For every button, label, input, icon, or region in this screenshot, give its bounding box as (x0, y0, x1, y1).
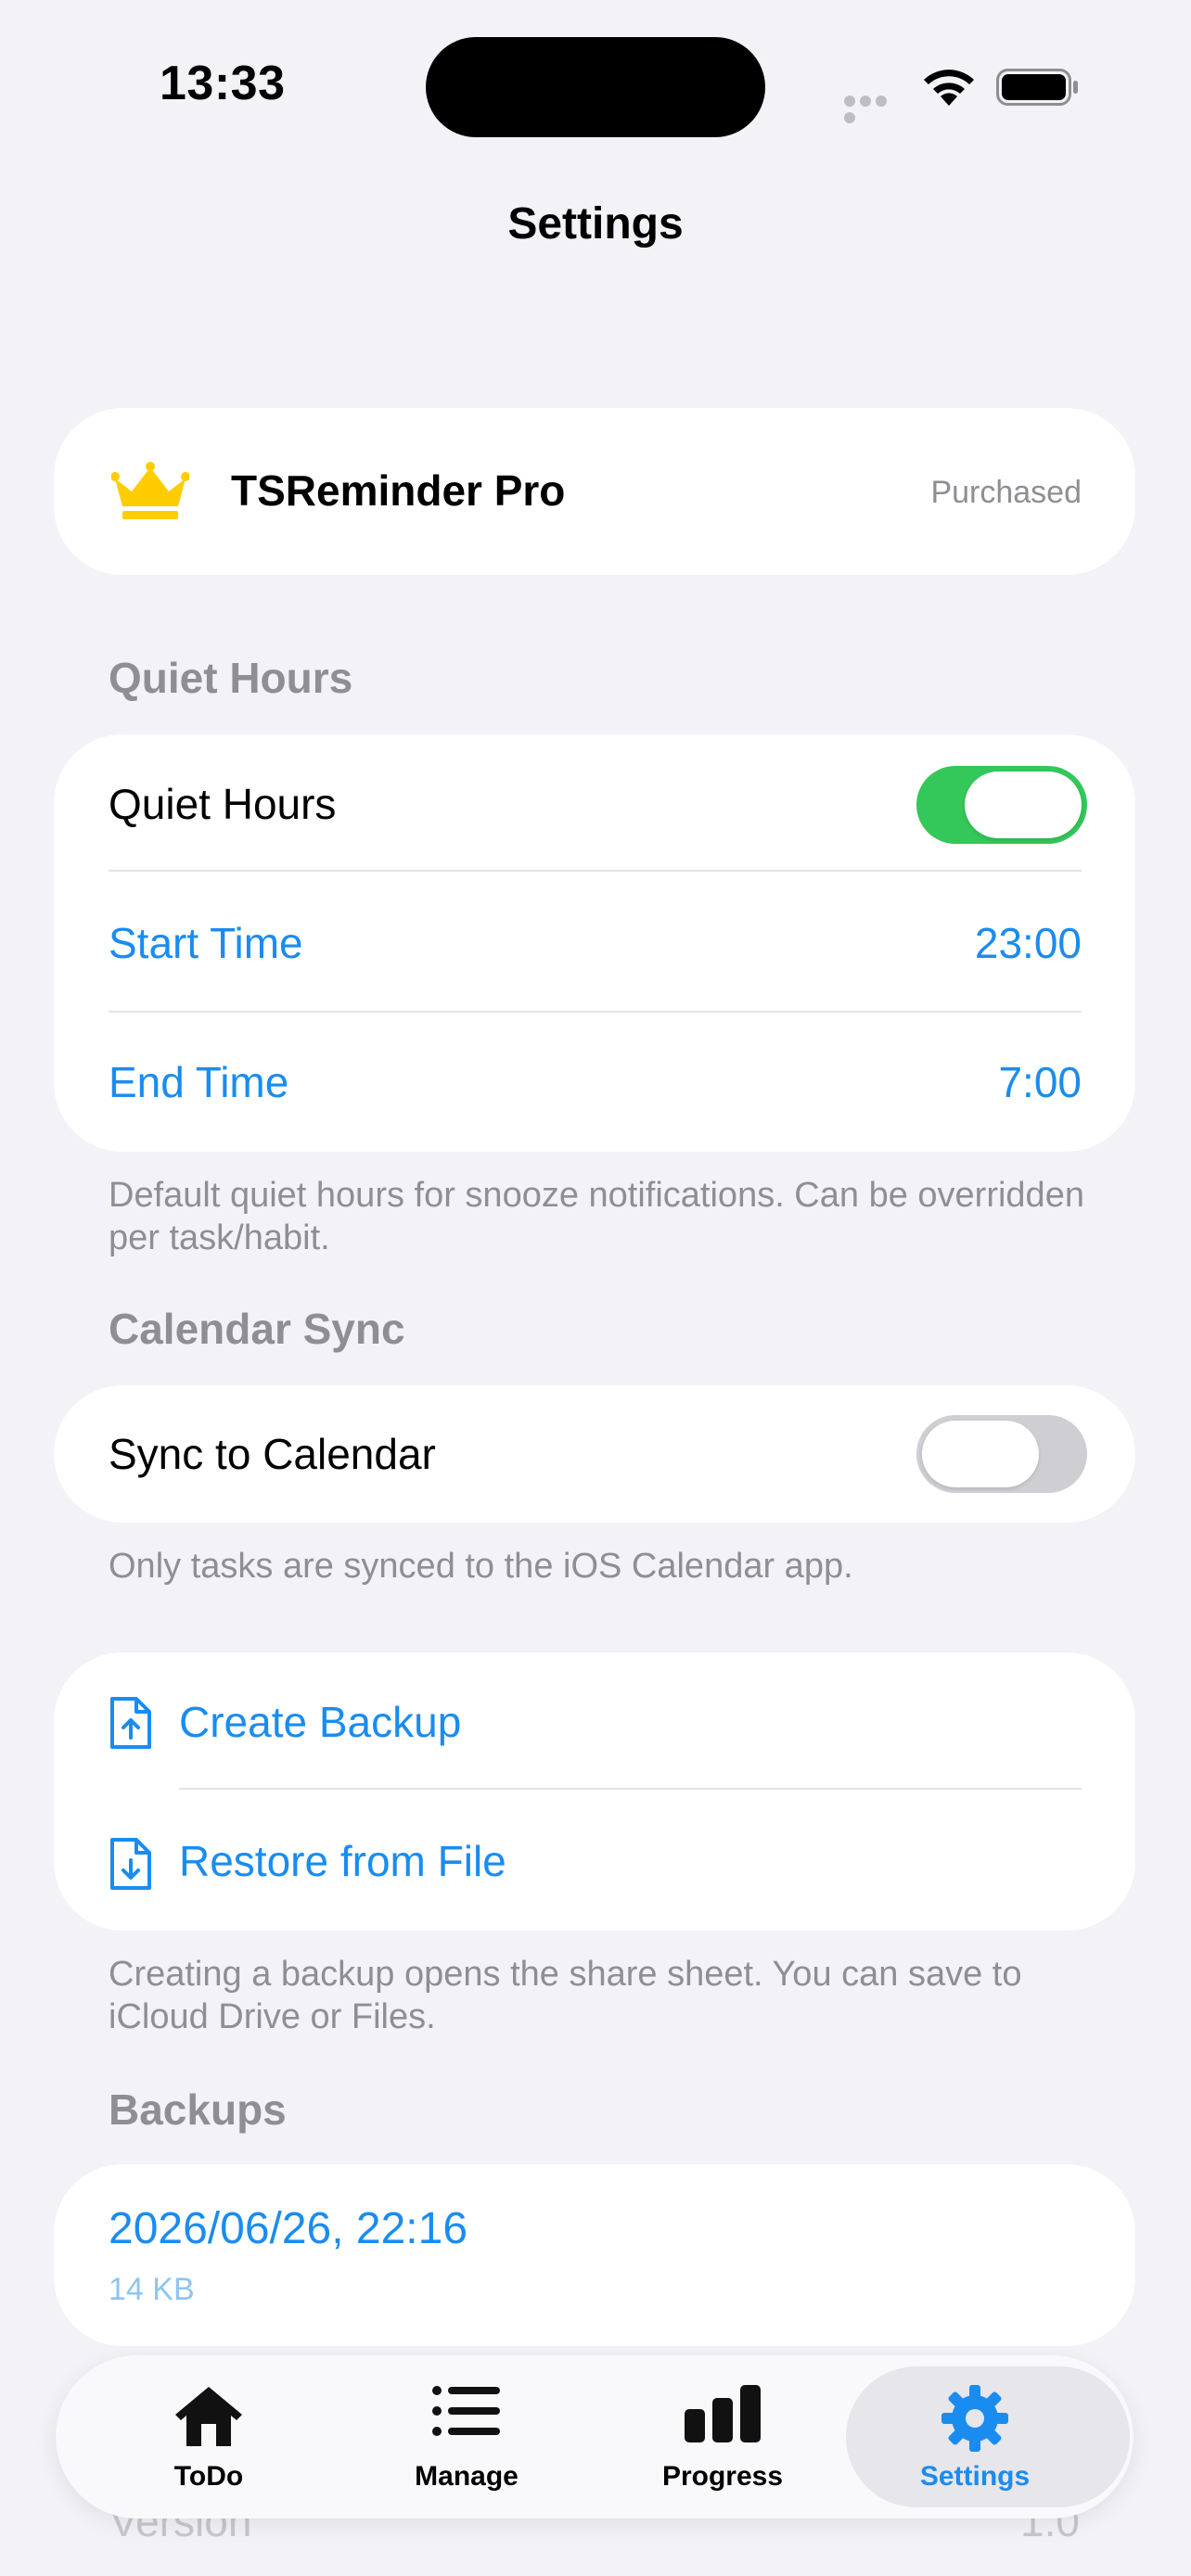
backup-footer: Creating a backup opens the share sheet.… (109, 1955, 1022, 2036)
divider (179, 1788, 1082, 1790)
section-header-backups: Backups (109, 2085, 287, 2134)
pro-status: Purchased (930, 475, 1082, 510)
divider (109, 870, 1082, 872)
backup-list-item[interactable]: 2026/06/26, 22:16 14 KB (54, 2164, 1135, 2346)
backup-size: 14 KB (109, 2272, 195, 2307)
sync-to-calendar-toggle[interactable] (916, 1415, 1087, 1493)
tab-label: ToDo (173, 2461, 244, 2492)
tab-todo[interactable]: ToDo (74, 2355, 343, 2519)
pro-card[interactable]: TSReminder Pro Purchased (54, 408, 1135, 575)
backup-date: 2026/06/26, 22:16 (109, 2204, 468, 2253)
section-header-calendar-sync: Calendar Sync (109, 1305, 405, 1353)
house-icon (74, 2383, 343, 2454)
calendar-sync-card: Sync to Calendar (54, 1385, 1135, 1523)
quiet-hours-card: Quiet Hours Start Time 23:00 End Time 7:… (54, 734, 1135, 1152)
cellular-signal-icon (844, 95, 905, 123)
pro-title: TSReminder Pro (231, 466, 566, 515)
tab-bar: ToDo Manage Progress Settings (56, 2355, 1133, 2519)
quiet-hours-label: Quiet Hours (109, 780, 337, 828)
create-backup-button[interactable]: Create Backup (179, 1697, 461, 1747)
chart-icon (588, 2383, 857, 2454)
restore-from-file-button[interactable]: Restore from File (179, 1836, 506, 1886)
status-time: 13:33 (160, 57, 286, 110)
tab-label: Settings (919, 2461, 1031, 2492)
end-time-label[interactable]: End Time (109, 1057, 288, 1107)
tab-progress[interactable]: Progress (588, 2355, 857, 2519)
quiet-hours-toggle[interactable] (916, 766, 1087, 844)
start-time-value[interactable]: 23:00 (975, 918, 1082, 968)
page-title: Settings (507, 199, 684, 249)
backup-actions-card: Create Backup Restore from File (54, 1652, 1135, 1931)
start-time-label[interactable]: Start Time (109, 918, 303, 968)
divider (109, 1011, 1082, 1013)
quiet-hours-footer: Default quiet hours for snooze notificat… (109, 1176, 1084, 1257)
tab-manage[interactable]: Manage (332, 2355, 601, 2519)
section-header-quiet-hours: Quiet Hours (109, 654, 353, 702)
tab-settings[interactable]: Settings (840, 2355, 1130, 2519)
dynamic-island (426, 37, 765, 137)
battery-icon (996, 69, 1080, 106)
calendar-sync-footer: Only tasks are synced to the iOS Calenda… (109, 1547, 853, 1586)
end-time-value[interactable]: 7:00 (998, 1057, 1082, 1107)
crown-icon (110, 462, 190, 526)
document-upload-icon (109, 1695, 153, 1755)
tab-label: Progress (661, 2461, 784, 2492)
sync-to-calendar-label: Sync to Calendar (109, 1430, 436, 1478)
wifi-icon (920, 63, 978, 108)
document-download-icon (109, 1836, 153, 1896)
tab-label: Manage (415, 2461, 519, 2492)
list-icon (332, 2383, 601, 2454)
gear-icon (840, 2383, 1109, 2454)
